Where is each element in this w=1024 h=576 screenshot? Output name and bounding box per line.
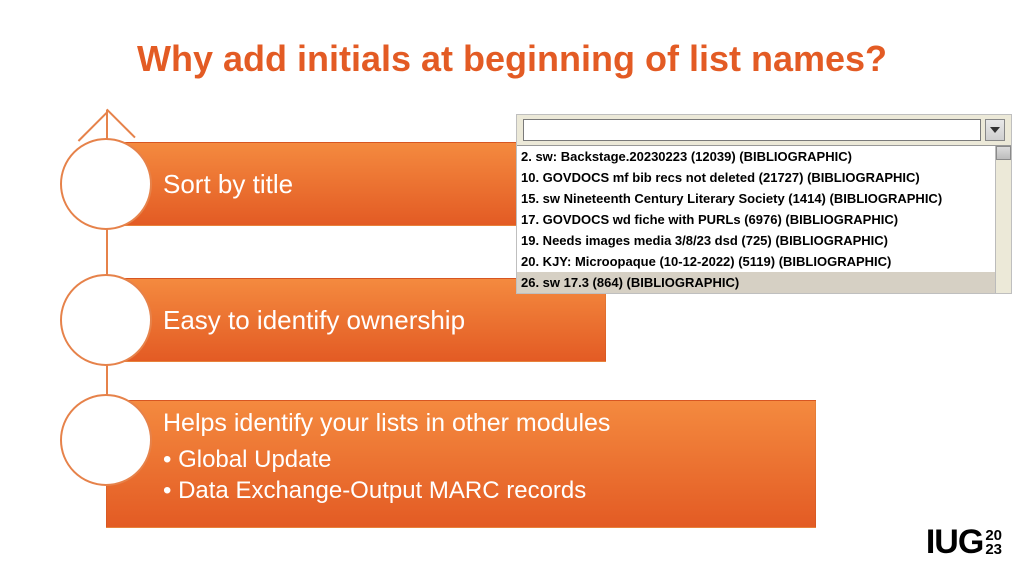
dropdown-arrow-button[interactable]	[985, 119, 1005, 141]
dropdown-option[interactable]: 19. Needs images media 3/8/23 dsd (725) …	[517, 230, 1011, 251]
page-title: Why add initials at beginning of list na…	[0, 0, 1024, 80]
iug-logo: IUG 20 23	[926, 523, 1002, 562]
point-bar: Sort by title	[106, 142, 536, 226]
dropdown-option[interactable]: 20. KJY: Microopaque (10-12-2022) (5119)…	[517, 251, 1011, 272]
point-bubble	[60, 394, 152, 486]
point-bar: Helps identify your lists in other modul…	[106, 400, 816, 528]
point-label: Easy to identify ownership	[163, 305, 589, 336]
dropdown-field[interactable]	[523, 119, 981, 141]
point-label: Helps identify your lists in other modul…	[163, 409, 799, 438]
dropdown-header	[517, 115, 1011, 145]
logo-text: IUG	[926, 523, 983, 562]
scrollbar[interactable]	[995, 146, 1011, 293]
dropdown-list: 2. sw: Backstage.20230223 (12039) (BIBLI…	[517, 145, 1011, 293]
logo-year: 20 23	[985, 529, 1002, 556]
dropdown-option[interactable]: 15. sw Nineteenth Century Literary Socie…	[517, 188, 1011, 209]
dropdown-option[interactable]: 17. GOVDOCS wd fiche with PURLs (6976) (…	[517, 209, 1011, 230]
point-sub-2: Data Exchange-Output MARC records	[163, 475, 799, 506]
point-sub-1: Global Update	[163, 444, 799, 475]
dropdown-option-selected[interactable]: 26. sw 17.3 (864) (BIBLIOGRAPHIC)	[517, 272, 1011, 293]
point-bubble	[60, 274, 152, 366]
logo-year-bottom: 23	[985, 543, 1002, 557]
scrollbar-thumb[interactable]	[996, 146, 1011, 160]
dropdown-panel: 2. sw: Backstage.20230223 (12039) (BIBLI…	[516, 114, 1012, 294]
point-label: Sort by title	[163, 169, 519, 200]
point-bubble	[60, 138, 152, 230]
decorative-line	[106, 109, 136, 139]
dropdown-option[interactable]: 2. sw: Backstage.20230223 (12039) (BIBLI…	[517, 146, 1011, 167]
dropdown-option[interactable]: 10. GOVDOCS mf bib recs not deleted (217…	[517, 167, 1011, 188]
chevron-down-icon	[990, 127, 1000, 133]
